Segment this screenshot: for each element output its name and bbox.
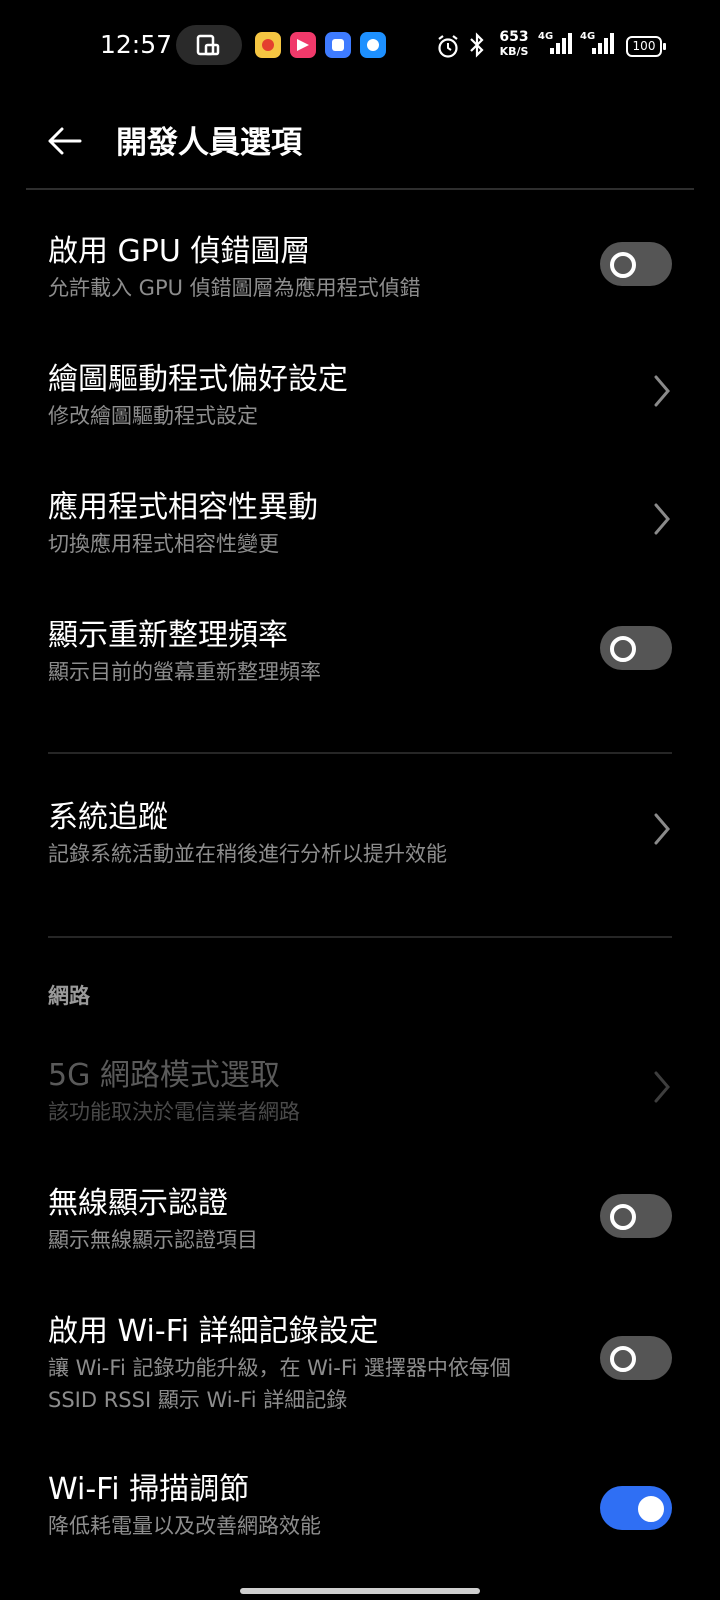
setting-title: 繪圖驅動程式偏好設定 bbox=[48, 362, 348, 397]
setting-title: 應用程式相容性異動 bbox=[48, 490, 318, 525]
setting-title: 系統追蹤 bbox=[48, 800, 168, 835]
setting-subtitle: 顯示無線顯示認證項目 bbox=[48, 1228, 258, 1252]
network-speed: 653 KB/S bbox=[497, 29, 531, 59]
chevron-right-icon bbox=[654, 1071, 670, 1103]
setting-wifi-verbose-logging[interactable]: 啟用 Wi-Fi 詳細記錄設定 讓 Wi-Fi 記錄功能升級，在 Wi-Fi 選… bbox=[0, 1302, 720, 1422]
weibo-notification-icon bbox=[255, 32, 281, 58]
setting-wifi-scan-throttling[interactable]: Wi-Fi 掃描調節 降低耗電量以及改善網路效能 bbox=[0, 1460, 720, 1556]
files-notification-icon bbox=[325, 32, 351, 58]
setting-title: 啟用 Wi-Fi 詳細記錄設定 bbox=[48, 1314, 379, 1349]
page-title: 開發人員選項 bbox=[116, 125, 302, 161]
network-speed-value: 653 bbox=[499, 29, 529, 45]
bluetooth-icon bbox=[470, 32, 484, 58]
setting-subtitle-line1: 讓 Wi-Fi 記錄功能升級，在 Wi-Fi 選擇器中依每個 bbox=[48, 1356, 511, 1380]
setting-subtitle: 允許載入 GPU 偵錯圖層為應用程式偵錯 bbox=[48, 276, 421, 300]
wifi-verbose-logging-toggle[interactable] bbox=[600, 1336, 672, 1380]
signal-4g-1: 4G bbox=[538, 30, 574, 60]
refresh-rate-toggle[interactable] bbox=[600, 626, 672, 670]
setting-title: 啟用 GPU 偵錯圖層 bbox=[48, 234, 311, 269]
signal-4g-2: 4G bbox=[580, 30, 616, 60]
section-divider bbox=[48, 936, 672, 938]
battery-indicator: 100 bbox=[626, 36, 666, 57]
wifi-scan-throttling-toggle[interactable] bbox=[600, 1486, 672, 1530]
chat-notification-icon bbox=[360, 32, 386, 58]
setting-graphics-driver-preferences[interactable]: 繪圖驅動程式偏好設定 修改繪圖驅動程式設定 bbox=[0, 350, 720, 446]
home-indicator[interactable] bbox=[240, 1588, 480, 1594]
wireless-display-toggle[interactable] bbox=[600, 1194, 672, 1238]
setting-subtitle-line2: SSID RSSI 顯示 Wi-Fi 詳細記錄 bbox=[48, 1388, 348, 1412]
chevron-right-icon bbox=[654, 375, 670, 407]
network-speed-unit: KB/S bbox=[499, 45, 529, 58]
setting-wireless-display-certification[interactable]: 無線顯示認證 顯示無線顯示認證項目 bbox=[0, 1174, 720, 1270]
header-divider bbox=[26, 188, 694, 190]
signal-bars-icon bbox=[592, 33, 614, 54]
section-header-network: 網路 bbox=[48, 984, 90, 1008]
back-arrow-icon[interactable] bbox=[44, 121, 84, 161]
chevron-right-icon bbox=[654, 503, 670, 535]
setting-enable-gpu-debug-layers[interactable]: 啟用 GPU 偵錯圖層 允許載入 GPU 偵錯圖層為應用程式偵錯 bbox=[0, 222, 720, 318]
app-header: 開發人員選項 bbox=[0, 95, 720, 185]
setting-show-refresh-rate[interactable]: 顯示重新整理頻率 顯示目前的螢幕重新整理頻率 bbox=[0, 606, 720, 702]
chevron-right-icon bbox=[654, 813, 670, 845]
setting-subtitle: 切換應用程式相容性變更 bbox=[48, 532, 279, 556]
setting-title: 無線顯示認證 bbox=[48, 1186, 228, 1221]
setting-system-tracing[interactable]: 系統追蹤 記錄系統活動並在稍後進行分析以提升效能 bbox=[0, 788, 720, 884]
screen-cast-indicator[interactable] bbox=[176, 25, 242, 65]
setting-title: Wi-Fi 掃描調節 bbox=[48, 1472, 250, 1507]
section-divider bbox=[48, 752, 672, 754]
setting-title: 5G 網路模式選取 bbox=[48, 1058, 280, 1093]
setting-title: 顯示重新整理頻率 bbox=[48, 618, 288, 653]
alarm-icon bbox=[438, 35, 458, 58]
video-app-notification-icon bbox=[290, 32, 316, 58]
status-time: 12:57 bbox=[100, 30, 173, 59]
setting-5g-network-mode: 5G 網路模式選取 該功能取決於電信業者網路 bbox=[0, 1046, 720, 1142]
gpu-debug-layers-toggle[interactable] bbox=[600, 242, 672, 286]
setting-subtitle: 該功能取決於電信業者網路 bbox=[48, 1100, 300, 1124]
setting-app-compatibility-changes[interactable]: 應用程式相容性異動 切換應用程式相容性變更 bbox=[0, 478, 720, 574]
setting-subtitle: 降低耗電量以及改善網路效能 bbox=[48, 1514, 321, 1538]
status-bar: 12:57 653 KB/S 4G 4G 100 bbox=[0, 0, 720, 90]
signal-bars-icon bbox=[550, 33, 572, 54]
setting-subtitle: 顯示目前的螢幕重新整理頻率 bbox=[48, 660, 321, 684]
setting-subtitle: 記錄系統活動並在稍後進行分析以提升效能 bbox=[48, 842, 447, 866]
cast-icon bbox=[196, 34, 220, 56]
setting-subtitle: 修改繪圖驅動程式設定 bbox=[48, 404, 258, 428]
